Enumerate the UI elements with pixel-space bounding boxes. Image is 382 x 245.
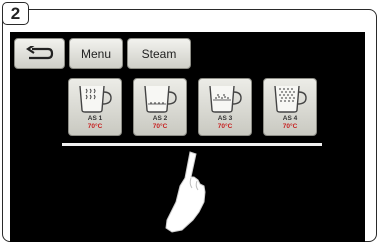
menu-button[interactable]: Menu	[69, 38, 123, 69]
cup-label: AS 1	[87, 115, 103, 122]
cup-temperature: 70°C	[282, 123, 298, 130]
back-arrow-icon	[25, 45, 53, 59]
step-number-badge: 2	[2, 2, 29, 25]
cup-temperature: 70°C	[217, 123, 233, 130]
cup-steam-icon	[79, 85, 112, 113]
as4-button[interactable]: AS 4 70°C	[263, 78, 317, 136]
cup-temperature: 70°C	[87, 123, 103, 130]
cup-selection-divider	[62, 143, 322, 146]
cup-label: AS 3	[217, 115, 233, 122]
pointing-hand-icon	[165, 151, 206, 233]
cup-label: AS 2	[152, 115, 168, 122]
back-button[interactable]	[14, 38, 65, 69]
cup-foam-icon	[144, 85, 177, 113]
cup-label: AS 4	[282, 115, 298, 122]
cup-full-foam-icon	[274, 85, 307, 113]
as1-button[interactable]: AS 1 70°C	[68, 78, 122, 136]
cup-temperature: 70°C	[152, 123, 168, 130]
steam-button[interactable]: Steam	[127, 38, 191, 69]
cup-milk-foam-icon	[209, 85, 242, 113]
as3-button[interactable]: AS 3 70°C	[198, 78, 252, 136]
as2-button[interactable]: AS 2 70°C	[133, 78, 187, 136]
